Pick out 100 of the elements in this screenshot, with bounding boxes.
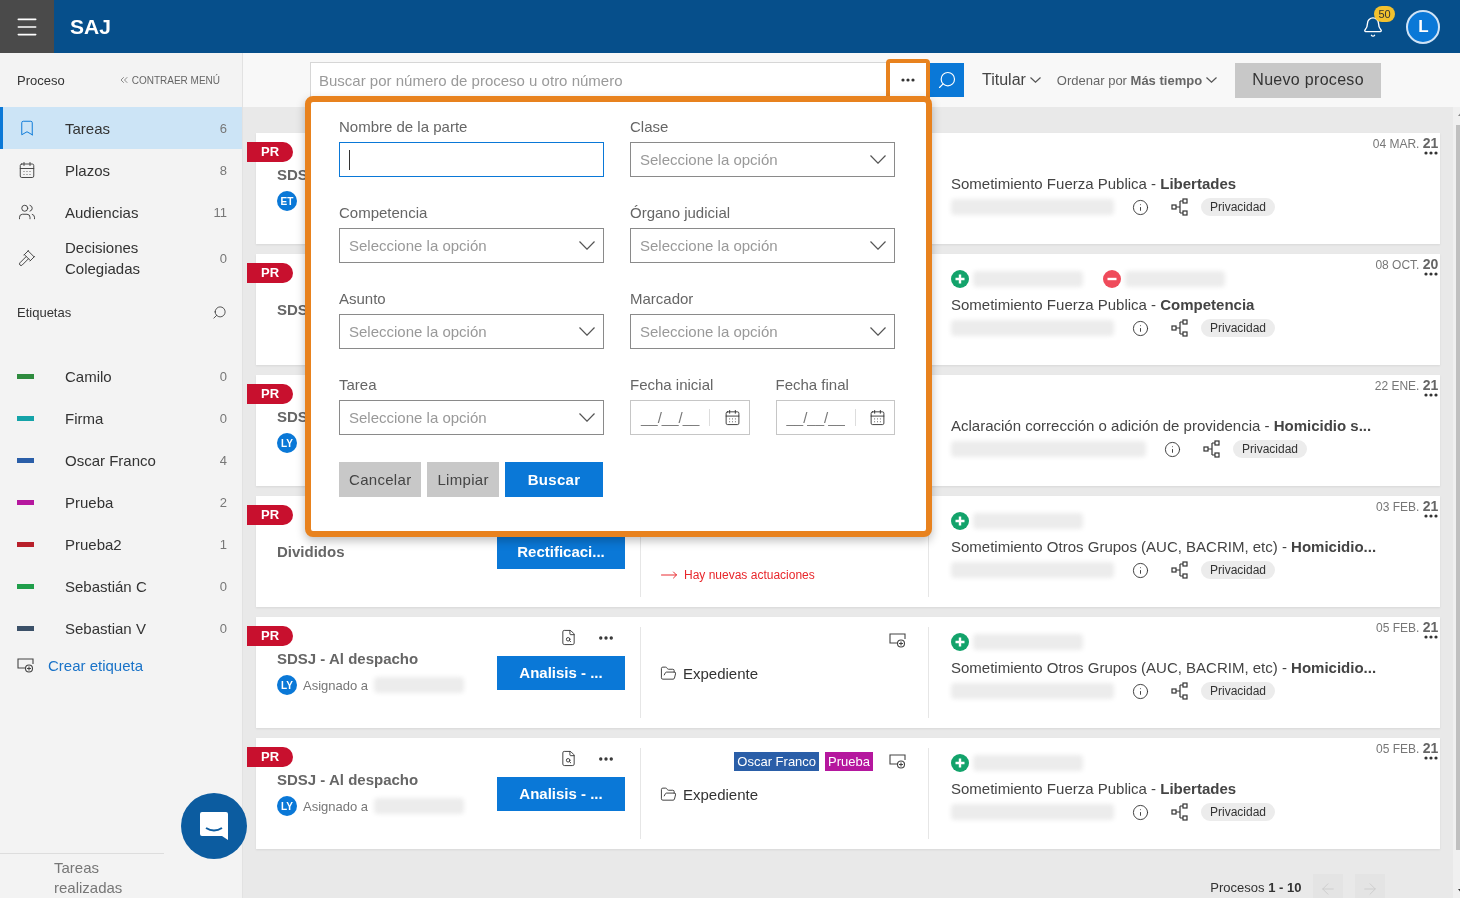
info-icon[interactable] bbox=[1132, 682, 1149, 700]
info-icon[interactable] bbox=[1164, 440, 1181, 458]
tag-item[interactable]: Oscar Franco 4 bbox=[0, 439, 242, 481]
process-subject: Sometimiento Fuerza Publica - Competencia bbox=[951, 296, 1256, 313]
tag-item[interactable]: Sebastian V 0 bbox=[0, 607, 242, 649]
case-type-ribbon: PR bbox=[247, 505, 294, 525]
calendar-icon[interactable] bbox=[723, 409, 741, 426]
chat-icon bbox=[198, 810, 230, 842]
ellipsis-icon[interactable] bbox=[901, 78, 915, 82]
tag-item[interactable]: Camilo 0 bbox=[0, 355, 242, 397]
add-tag-icon[interactable] bbox=[17, 658, 34, 673]
sidebar-item[interactable]: Plazos 8 bbox=[0, 149, 242, 191]
add-circle-icon bbox=[951, 270, 969, 288]
process-subject: Sometimiento Fuerza Publica - Libertades bbox=[951, 175, 1238, 192]
privacy-chip: Privacidad bbox=[1233, 440, 1308, 458]
ellipsis-icon[interactable] bbox=[1424, 635, 1439, 639]
assigned-label: Asignado a bbox=[303, 798, 369, 814]
info-icon[interactable] bbox=[1132, 803, 1149, 821]
tag-item[interactable]: Firma 0 bbox=[0, 397, 242, 439]
calendar-icon[interactable] bbox=[869, 409, 886, 426]
user-avatar: LY bbox=[277, 433, 297, 453]
add-circle-icon bbox=[951, 633, 969, 651]
add-tag-icon[interactable] bbox=[889, 753, 906, 769]
select-field[interactable]: Seleccione la opción bbox=[630, 142, 895, 177]
process-date: 03 FEB. 21 bbox=[1376, 498, 1439, 514]
add-tag-icon[interactable] bbox=[889, 632, 906, 648]
card-tag: Oscar Franco bbox=[734, 751, 820, 771]
tag-item[interactable]: Sebastián C 0 bbox=[0, 565, 242, 607]
privacy-chip: Privacidad bbox=[1201, 198, 1276, 216]
date-field[interactable]: __/__/__ bbox=[630, 400, 750, 435]
create-tag-link[interactable]: Crear etiqueta bbox=[0, 649, 242, 682]
folder-icon bbox=[660, 785, 677, 803]
chevron-down-icon bbox=[870, 155, 886, 164]
sidebar-item[interactable]: Decisiones Colegiadas 0 bbox=[0, 233, 242, 283]
collapse-menu-link[interactable]: CONTRAER MENÚ bbox=[117, 74, 220, 86]
document-info-icon[interactable] bbox=[560, 749, 577, 767]
owner-filter-dropdown[interactable]: Titular bbox=[982, 71, 1041, 89]
field-label: Nombre de la parte bbox=[339, 118, 469, 135]
hierarchy-icon[interactable] bbox=[1171, 682, 1189, 700]
new-activity-text: Hay nuevas actuaciones bbox=[660, 566, 906, 584]
people-icon bbox=[18, 203, 36, 221]
remove-circle-icon bbox=[1103, 270, 1121, 288]
text-field[interactable] bbox=[339, 142, 604, 177]
select-field[interactable]: Seleccione la opción bbox=[630, 314, 895, 349]
ellipsis-icon[interactable] bbox=[1424, 272, 1439, 276]
chevron-down-icon bbox=[1206, 77, 1218, 83]
user-avatar[interactable]: L bbox=[1406, 9, 1441, 44]
tag-item[interactable]: Prueba2 1 bbox=[0, 523, 242, 565]
panel-button[interactable]: Limpiar bbox=[427, 462, 499, 497]
search-button[interactable] bbox=[930, 63, 964, 97]
new-process-button[interactable]: Nuevo proceso bbox=[1235, 62, 1382, 98]
privacy-chip: Privacidad bbox=[1201, 319, 1276, 337]
date-field[interactable]: __/__/__ bbox=[775, 400, 895, 435]
process-date: 05 FEB. 21 bbox=[1376, 619, 1439, 635]
document-info-icon[interactable] bbox=[560, 628, 577, 646]
field-label: Fecha final bbox=[775, 376, 850, 393]
chevron-down-icon bbox=[1029, 77, 1041, 83]
select-field[interactable]: Seleccione la opción bbox=[339, 400, 604, 435]
hierarchy-icon[interactable] bbox=[1171, 561, 1189, 579]
search-field[interactable]: Buscar por número de proceso u otro número bbox=[310, 62, 888, 98]
completed-tasks-link[interactable]: Tareas realizadas bbox=[0, 853, 164, 898]
menu-button[interactable] bbox=[0, 0, 54, 53]
chevron-down-icon bbox=[870, 241, 886, 250]
chevron-down-icon bbox=[579, 327, 595, 336]
privacy-chip: Privacidad bbox=[1201, 803, 1276, 821]
folder-link[interactable]: Expediente bbox=[660, 782, 906, 806]
select-field[interactable]: Seleccione la opción bbox=[339, 314, 604, 349]
case-type-ribbon: PR bbox=[247, 747, 294, 767]
panel-button[interactable]: Buscar bbox=[504, 462, 604, 497]
info-icon[interactable] bbox=[1132, 319, 1149, 337]
process-date: 22 ENE. 21 bbox=[1374, 377, 1439, 393]
section-title: Etiquetas bbox=[17, 305, 72, 320]
ellipsis-icon[interactable] bbox=[1424, 393, 1439, 397]
select-field[interactable]: Seleccione la opción bbox=[339, 228, 604, 263]
ellipsis-icon[interactable] bbox=[1424, 756, 1439, 760]
select-field[interactable]: Seleccione la opción bbox=[630, 228, 895, 263]
pagination-label: Procesos 1 - 10 bbox=[1210, 880, 1302, 898]
hierarchy-icon[interactable] bbox=[1171, 198, 1189, 216]
sort-dropdown[interactable]: Ordenar por Más tiempo bbox=[1056, 72, 1218, 88]
task-button[interactable]: Analisis - ... bbox=[497, 776, 625, 811]
ellipsis-icon[interactable] bbox=[1424, 514, 1439, 518]
bookmark-icon bbox=[18, 119, 36, 137]
case-type-ribbon: PR bbox=[247, 142, 294, 162]
field-label: Clase bbox=[630, 118, 670, 135]
ellipsis-icon[interactable] bbox=[1424, 151, 1439, 155]
info-icon[interactable] bbox=[1132, 198, 1149, 216]
folder-link[interactable]: Expediente bbox=[660, 661, 906, 685]
sidebar-item[interactable]: Tareas 6 bbox=[0, 107, 242, 149]
search-icon[interactable] bbox=[212, 305, 227, 320]
process-subject: Aclaración corrección o adición de providencia - Homicidio s... bbox=[951, 417, 1373, 434]
info-icon[interactable] bbox=[1132, 561, 1149, 579]
hierarchy-icon[interactable] bbox=[1203, 440, 1221, 458]
hierarchy-icon[interactable] bbox=[1171, 803, 1189, 821]
task-button[interactable]: Analisis - ... bbox=[497, 655, 625, 690]
privacy-chip: Privacidad bbox=[1201, 682, 1276, 700]
panel-button[interactable]: Cancelar bbox=[339, 462, 422, 497]
sidebar-item[interactable]: Audiencias 11 bbox=[0, 191, 242, 233]
tag-item[interactable]: Prueba 2 bbox=[0, 481, 242, 523]
hierarchy-icon[interactable] bbox=[1171, 319, 1189, 337]
field-label: Tarea bbox=[339, 376, 378, 393]
